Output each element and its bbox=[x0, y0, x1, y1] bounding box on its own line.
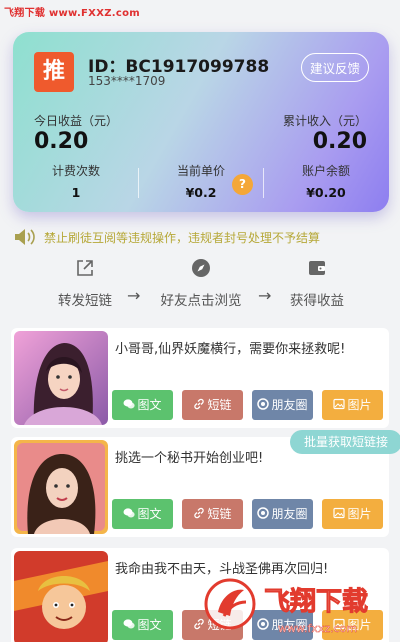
notice-bar: 禁止刷徒互阅等违规操作，违规者封号处理不予结算 bbox=[14, 228, 374, 246]
wechat-icon bbox=[123, 619, 136, 629]
account-balance-label: 账户余额 bbox=[301, 164, 350, 178]
compass-icon bbox=[192, 259, 210, 277]
moments-label: 朋友圈 bbox=[271, 398, 308, 412]
image-button[interactable]: 图片 bbox=[322, 499, 383, 529]
divider bbox=[138, 168, 139, 198]
moments-button[interactable]: 朋友圈 bbox=[252, 499, 313, 529]
promo-badge: 推 bbox=[34, 52, 74, 92]
short-link-button[interactable]: 短链 bbox=[182, 499, 243, 529]
item-thumbnail[interactable] bbox=[14, 331, 108, 425]
notice-text: 禁止刷徒互阅等违规操作，违规者封号处理不予结算 bbox=[44, 231, 321, 245]
profile-card: 推 ID：BC1917099788 153****1709 建议反馈 今日收益（… bbox=[13, 32, 389, 212]
step-label: 转发短链 bbox=[58, 293, 112, 309]
watermark-top: 飞翔下载 www.FXXZ.com bbox=[4, 8, 140, 19]
account-balance-value: ¥0.20 bbox=[306, 185, 346, 200]
image-label: 图片 bbox=[347, 398, 372, 412]
share-article-button[interactable]: 图文 bbox=[112, 390, 173, 420]
share-article-button[interactable]: 图文 bbox=[112, 499, 173, 529]
short-link-label: 短链 bbox=[207, 398, 232, 412]
today-earnings-label: 今日收益（元） bbox=[34, 114, 119, 128]
image-icon bbox=[333, 398, 346, 410]
short-link-label: 短链 bbox=[207, 507, 232, 521]
image-icon bbox=[333, 507, 346, 519]
item-title: 小哥哥,仙界妖魔横行，需要你来拯救呢! bbox=[115, 342, 346, 357]
billing-count-label: 计费次数 bbox=[51, 164, 100, 178]
feedback-button[interactable]: 建议反馈 bbox=[300, 53, 369, 82]
link-icon bbox=[194, 507, 205, 519]
arrow-icon: → bbox=[258, 286, 272, 305]
account-balance: 账户余额 ¥0.20 bbox=[266, 162, 386, 200]
step-label: 好友点击浏览 bbox=[160, 293, 242, 309]
wechat-icon bbox=[123, 508, 136, 518]
billing-count-value: 1 bbox=[71, 185, 81, 200]
share-out-icon bbox=[77, 260, 93, 276]
list-item[interactable]: 小哥哥,仙界妖魔横行，需要你来拯救呢! 图文 短链 朋友圈 图片 bbox=[11, 328, 389, 428]
user-phone: 153****1709 bbox=[88, 74, 166, 88]
help-icon[interactable]: ? bbox=[232, 174, 253, 195]
share-article-button[interactable]: 图文 bbox=[112, 610, 173, 640]
image-label: 图片 bbox=[347, 507, 372, 521]
watermark-logo: 飞翔下载 www.fxxz.com bbox=[204, 578, 369, 635]
moments-button[interactable]: 朋友圈 bbox=[252, 390, 313, 420]
batch-short-link-button[interactable]: 批量获取短链接 bbox=[290, 430, 400, 454]
item-title: 挑选一个秘书开始创业吧! bbox=[115, 451, 264, 466]
how-it-works: 转发短链 → 好友点击浏览 → 获得收益 bbox=[0, 258, 400, 309]
moments-label: 朋友圈 bbox=[271, 507, 308, 521]
speaker-icon bbox=[15, 229, 35, 245]
item-thumbnail[interactable] bbox=[14, 440, 108, 534]
divider bbox=[263, 168, 264, 198]
total-income-value: 0.20 bbox=[312, 129, 367, 154]
today-earnings-value: 0.20 bbox=[34, 129, 89, 154]
share-article-label: 图文 bbox=[137, 618, 162, 632]
wechat-icon bbox=[123, 399, 136, 409]
svg-text:飞翔下载: 飞翔下载 bbox=[264, 587, 368, 617]
step-label: 获得收益 bbox=[290, 293, 344, 309]
step-share: 转发短链 bbox=[40, 258, 130, 309]
short-link-button[interactable]: 短链 bbox=[182, 390, 243, 420]
svg-text:www.fxxz.com: www.fxxz.com bbox=[278, 622, 357, 635]
step-browse: 好友点击浏览 bbox=[156, 258, 246, 309]
share-article-label: 图文 bbox=[137, 507, 162, 521]
moments-icon bbox=[257, 398, 270, 410]
step-earn: 获得收益 bbox=[272, 258, 362, 309]
arrow-icon: → bbox=[127, 286, 141, 305]
billing-count: 计费次数 1 bbox=[16, 162, 136, 200]
image-button[interactable]: 图片 bbox=[322, 390, 383, 420]
item-thumbnail[interactable] bbox=[14, 551, 108, 642]
link-icon bbox=[194, 398, 205, 410]
share-article-label: 图文 bbox=[137, 398, 162, 412]
total-income-label: 累计收入（元） bbox=[282, 114, 367, 128]
wallet-icon bbox=[309, 261, 325, 275]
moments-icon bbox=[257, 507, 270, 519]
